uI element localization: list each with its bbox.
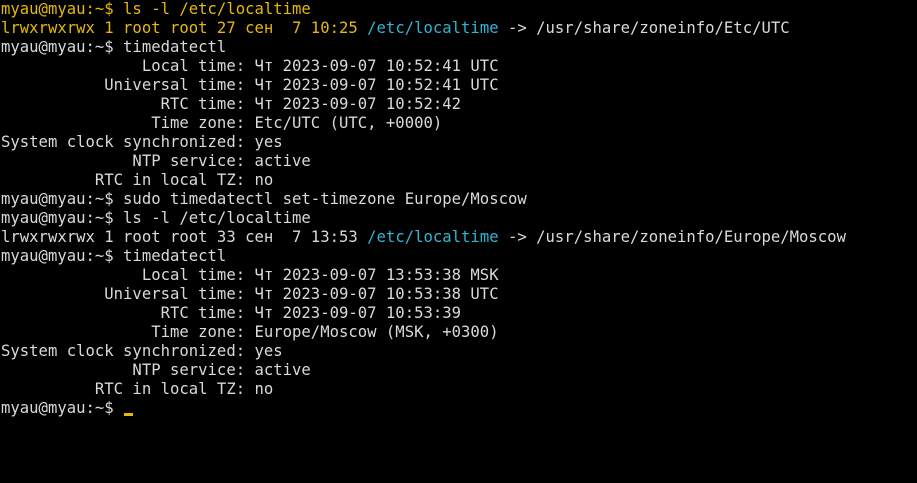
terminal-line: Time zone: Etc/UTC (UTC, +0000) [1,114,917,133]
terminal-text: myau@myau:~$ ls -l /etc/localtime [1,209,311,227]
terminal-line: RTC in local TZ: no [1,380,917,399]
terminal-line: myau@myau:~$ timedatectl [1,38,917,57]
terminal-text: -> /usr/share/zoneinfo/Etc/UTC [498,19,790,37]
terminal-text: RTC in local TZ: no [1,171,274,189]
terminal-text: Local time: Чт 2023-09-07 13:53:38 MSK [1,266,499,284]
terminal-line: myau@myau:~$ [1,399,917,418]
terminal-text: RTC in local TZ: no [1,380,274,398]
terminal-text: System clock synchronized: yes [1,342,283,360]
terminal-text: Local time: Чт 2023-09-07 10:52:41 UTC [1,57,499,75]
terminal-text: myau@myau:~$ [1,399,124,417]
terminal-text: myau@myau:~$ timedatectl [1,38,227,56]
terminal-text: System clock synchronized: yes [1,133,283,151]
terminal-text: RTC time: Чт 2023-09-07 10:53:39 [1,304,462,322]
terminal-line: NTP service: active [1,361,917,380]
terminal-line: System clock synchronized: yes [1,342,917,361]
terminal-text: /etc/localtime [367,19,499,37]
terminal-text: Time zone: Etc/UTC (UTC, +0000) [1,114,443,132]
terminal-text: -> /usr/share/zoneinfo/Europe/Moscow [498,228,846,246]
terminal-line: myau@myau:~$ ls -l /etc/localtime [1,0,917,19]
text-cursor [124,413,134,416]
terminal-line: myau@myau:~$ ls -l /etc/localtime [1,209,917,228]
terminal-window[interactable]: myau@myau:~$ ls -l /etc/localtime lrwxrwx… [0,0,917,483]
terminal-text: Universal time: Чт 2023-09-07 10:53:38 U… [1,285,499,303]
terminal-line: lrwxrwxrwx 1 root root 33 сен 7 13:53 /e… [1,228,917,247]
terminal-text: myau@myau:~$ timedatectl [1,247,227,265]
terminal-line: RTC time: Чт 2023-09-07 10:53:39 [1,304,917,323]
terminal-text: RTC time: Чт 2023-09-07 10:52:42 [1,95,462,113]
terminal-text: NTP service: active [1,361,311,379]
terminal-text: /etc/localtime [367,228,499,246]
terminal-text: lrwxrwxrwx 1 root root 27 сен 7 10:25 [1,19,368,37]
terminal-line: Time zone: Europe/Moscow (MSK, +0300) [1,323,917,342]
terminal-line: Local time: Чт 2023-09-07 13:53:38 MSK [1,266,917,285]
terminal-line: Universal time: Чт 2023-09-07 10:52:41 U… [1,76,917,95]
terminal-line: myau@myau:~$ sudo timedatectl set-timezo… [1,190,917,209]
terminal-text: Universal time: Чт 2023-09-07 10:52:41 U… [1,76,499,94]
terminal-line: lrwxrwxrwx 1 root root 27 сен 7 10:25 /e… [1,19,917,38]
terminal-text: lrwxrwxrwx 1 root root 33 сен 7 13:53 [1,228,368,246]
terminal-line: System clock synchronized: yes [1,133,917,152]
terminal-text: Time zone: Europe/Moscow (MSK, +0300) [1,323,499,341]
terminal-text: myau@myau:~$ sudo timedatectl set-timezo… [1,190,527,208]
terminal-line: Universal time: Чт 2023-09-07 10:53:38 U… [1,285,917,304]
terminal-line: RTC in local TZ: no [1,171,917,190]
terminal-line: NTP service: active [1,152,917,171]
terminal-line: RTC time: Чт 2023-09-07 10:52:42 [1,95,917,114]
terminal-text: myau@myau:~$ ls -l /etc/localtime [1,0,311,18]
terminal-line: myau@myau:~$ timedatectl [1,247,917,266]
terminal-line: Local time: Чт 2023-09-07 10:52:41 UTC [1,57,917,76]
terminal-text: NTP service: active [1,152,311,170]
